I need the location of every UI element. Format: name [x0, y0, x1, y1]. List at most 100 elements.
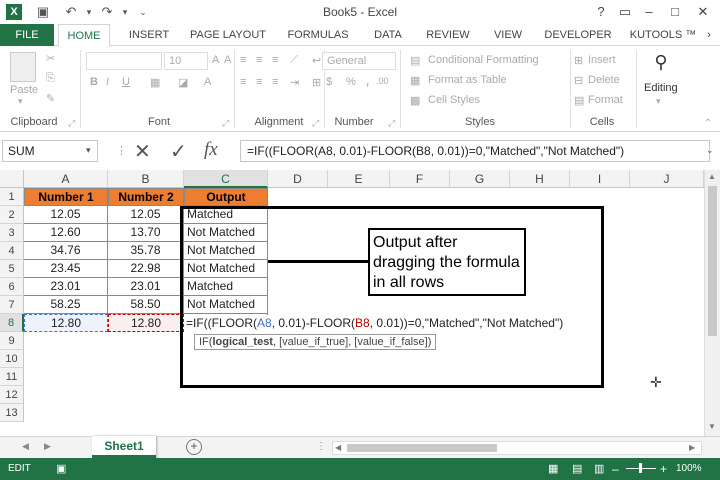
align-right-icon[interactable]: ≡ — [272, 76, 278, 88]
row-header-2[interactable]: 2 — [0, 206, 24, 224]
delete-button[interactable]: Delete — [588, 74, 620, 86]
cell-a3[interactable]: 12.60 — [24, 224, 108, 242]
header-cell-b[interactable]: Number 2 — [108, 188, 184, 206]
tab-view[interactable]: VIEW — [486, 24, 530, 46]
ribbon-scroll-icon[interactable]: › — [702, 24, 716, 46]
row-header-4[interactable]: 4 — [0, 242, 24, 260]
cell-a5[interactable]: 23.45 — [24, 260, 108, 278]
cell-b6[interactable]: 23.01 — [108, 278, 184, 296]
row-header-13[interactable]: 13 — [0, 404, 24, 422]
cell-styles-icon[interactable]: ▩ — [410, 94, 420, 107]
font-launcher-icon[interactable]: ⤢ — [222, 118, 229, 129]
cell-b2[interactable]: 12.05 — [108, 206, 184, 224]
row-header-8[interactable]: 8 — [0, 314, 24, 332]
minimize-icon[interactable]: – — [638, 2, 660, 22]
delete-icon[interactable]: ⊟ — [574, 74, 583, 87]
normal-view-icon[interactable]: ▦ — [548, 462, 558, 475]
bold-icon[interactable]: B — [90, 76, 98, 88]
format-button[interactable]: Format — [588, 94, 623, 106]
formula-input[interactable]: =IF((FLOOR(A8, 0.01)-FLOOR(B8, 0.01))=0,… — [240, 140, 710, 162]
c8-edit-formula[interactable]: =IF((FLOOR(A8, 0.01)-FLOOR(B8, 0.01))=0,… — [184, 315, 564, 333]
conditional-formatting-icon[interactable]: ▤ — [410, 54, 420, 67]
column-header-b[interactable]: B — [108, 170, 184, 188]
insert-button[interactable]: Insert — [588, 54, 616, 66]
tabs-split-icon[interactable]: ⋮ — [316, 441, 326, 452]
align-center-icon[interactable]: ≡ — [256, 76, 262, 88]
name-box-dropdown-icon[interactable]: ▾ — [86, 145, 91, 156]
paste-button[interactable]: Paste — [10, 84, 38, 96]
sheet-tab-sheet1[interactable]: Sheet1 — [92, 436, 156, 458]
paste-dropdown-icon[interactable]: ▾ — [18, 96, 23, 107]
zoom-slider[interactable] — [626, 463, 656, 473]
tab-formulas[interactable]: FORMULAS — [284, 24, 352, 46]
vertical-scrollbar[interactable]: ▲ ▼ — [704, 170, 720, 436]
cell-a8[interactable]: 12.80 — [24, 314, 108, 332]
column-header-i[interactable]: I — [570, 170, 630, 188]
underline-icon[interactable]: U — [122, 76, 130, 88]
tab-kutools[interactable]: KUTOOLS ™ — [628, 24, 698, 46]
row-header-6[interactable]: 6 — [0, 278, 24, 296]
row-header-3[interactable]: 3 — [0, 224, 24, 242]
align-left-icon[interactable]: ≡ — [240, 76, 246, 88]
row-header-12[interactable]: 12 — [0, 386, 24, 404]
increase-font-icon[interactable]: A — [212, 54, 219, 66]
fill-color-icon[interactable]: ◪ — [178, 76, 188, 89]
new-sheet-button[interactable]: + — [186, 439, 202, 455]
column-header-c[interactable]: C — [184, 170, 268, 188]
help-icon[interactable]: ? — [590, 2, 612, 22]
wrap-text-icon[interactable]: ↩ — [312, 54, 321, 67]
ribbon-display-icon[interactable]: ▭ — [614, 2, 636, 22]
enter-icon[interactable]: ✓ — [170, 139, 187, 164]
decimal-icon[interactable]: .00 — [376, 76, 389, 86]
horizontal-scrollbar[interactable]: ◀ ▶ — [332, 441, 702, 455]
select-all-corner[interactable] — [0, 170, 24, 188]
header-cell-a[interactable]: Number 1 — [24, 188, 108, 206]
zoom-level[interactable]: 100% — [676, 463, 702, 474]
format-icon[interactable]: ▤ — [574, 94, 584, 107]
cell-styles-button[interactable]: Cell Styles — [428, 94, 480, 106]
paste-icon[interactable] — [10, 52, 36, 82]
font-size-box[interactable]: 10 — [164, 52, 208, 70]
format-painter-icon[interactable]: ✎ — [46, 92, 55, 105]
editing-dropdown-icon[interactable]: ▾ — [656, 96, 661, 107]
cell-b4[interactable]: 35.78 — [108, 242, 184, 260]
column-header-h[interactable]: H — [510, 170, 570, 188]
borders-icon[interactable]: ▦ — [150, 76, 160, 89]
format-as-table-button[interactable]: Format as Table — [428, 74, 507, 86]
column-header-g[interactable]: G — [450, 170, 510, 188]
number-launcher-icon[interactable]: ⤢ — [388, 118, 395, 129]
tab-review[interactable]: REVIEW — [420, 24, 476, 46]
row-header-9[interactable]: 9 — [0, 332, 24, 350]
cell-a2[interactable]: 12.05 — [24, 206, 108, 224]
h-scroll-thumb[interactable] — [347, 444, 497, 452]
copy-icon[interactable]: ⎘ — [46, 72, 55, 85]
row-header-7[interactable]: 7 — [0, 296, 24, 314]
worksheet-grid[interactable]: ABCDEFGHIJ 1 2 3 4 5 6 7 8 9 10 11 12 13 Number 1 Num… — [0, 170, 720, 436]
tab-insert[interactable]: INSERT — [124, 24, 174, 46]
function-tooltip[interactable]: IF(logical_test, [value_if_true], [value… — [194, 334, 437, 350]
font-color-icon[interactable]: A — [204, 76, 211, 88]
row-header-5[interactable]: 5 — [0, 260, 24, 278]
row-header-11[interactable]: 11 — [0, 368, 24, 386]
cell-b3[interactable]: 13.70 — [108, 224, 184, 242]
decrease-font-icon[interactable]: A — [224, 54, 231, 66]
tab-page-layout[interactable]: PAGE LAYOUT — [186, 24, 270, 46]
restore-icon[interactable]: □ — [664, 2, 686, 22]
editing-button[interactable]: Editing — [644, 82, 678, 94]
insert-function-icon[interactable]: fx — [204, 139, 218, 161]
zoom-out-button[interactable]: – — [612, 462, 619, 476]
format-as-table-icon[interactable]: ▦ — [410, 74, 420, 87]
italic-icon[interactable]: I — [106, 76, 109, 88]
cell-b5[interactable]: 22.98 — [108, 260, 184, 278]
tab-file[interactable]: FILE — [0, 24, 54, 46]
page-layout-view-icon[interactable]: ▤ — [572, 462, 582, 475]
conditional-formatting-button[interactable]: Conditional Formatting — [428, 54, 539, 66]
name-box[interactable]: SUM — [2, 140, 98, 162]
editing-icon[interactable]: ⚲ — [648, 52, 674, 78]
header-cell-c[interactable]: Output — [184, 188, 268, 206]
clipboard-launcher-icon[interactable]: ⤢ — [68, 118, 75, 129]
column-header-d[interactable]: D — [268, 170, 328, 188]
alignment-launcher-icon[interactable]: ⤢ — [312, 118, 319, 129]
column-header-j[interactable]: J — [630, 170, 704, 188]
collapse-ribbon-icon[interactable]: ⌃ — [704, 118, 712, 129]
